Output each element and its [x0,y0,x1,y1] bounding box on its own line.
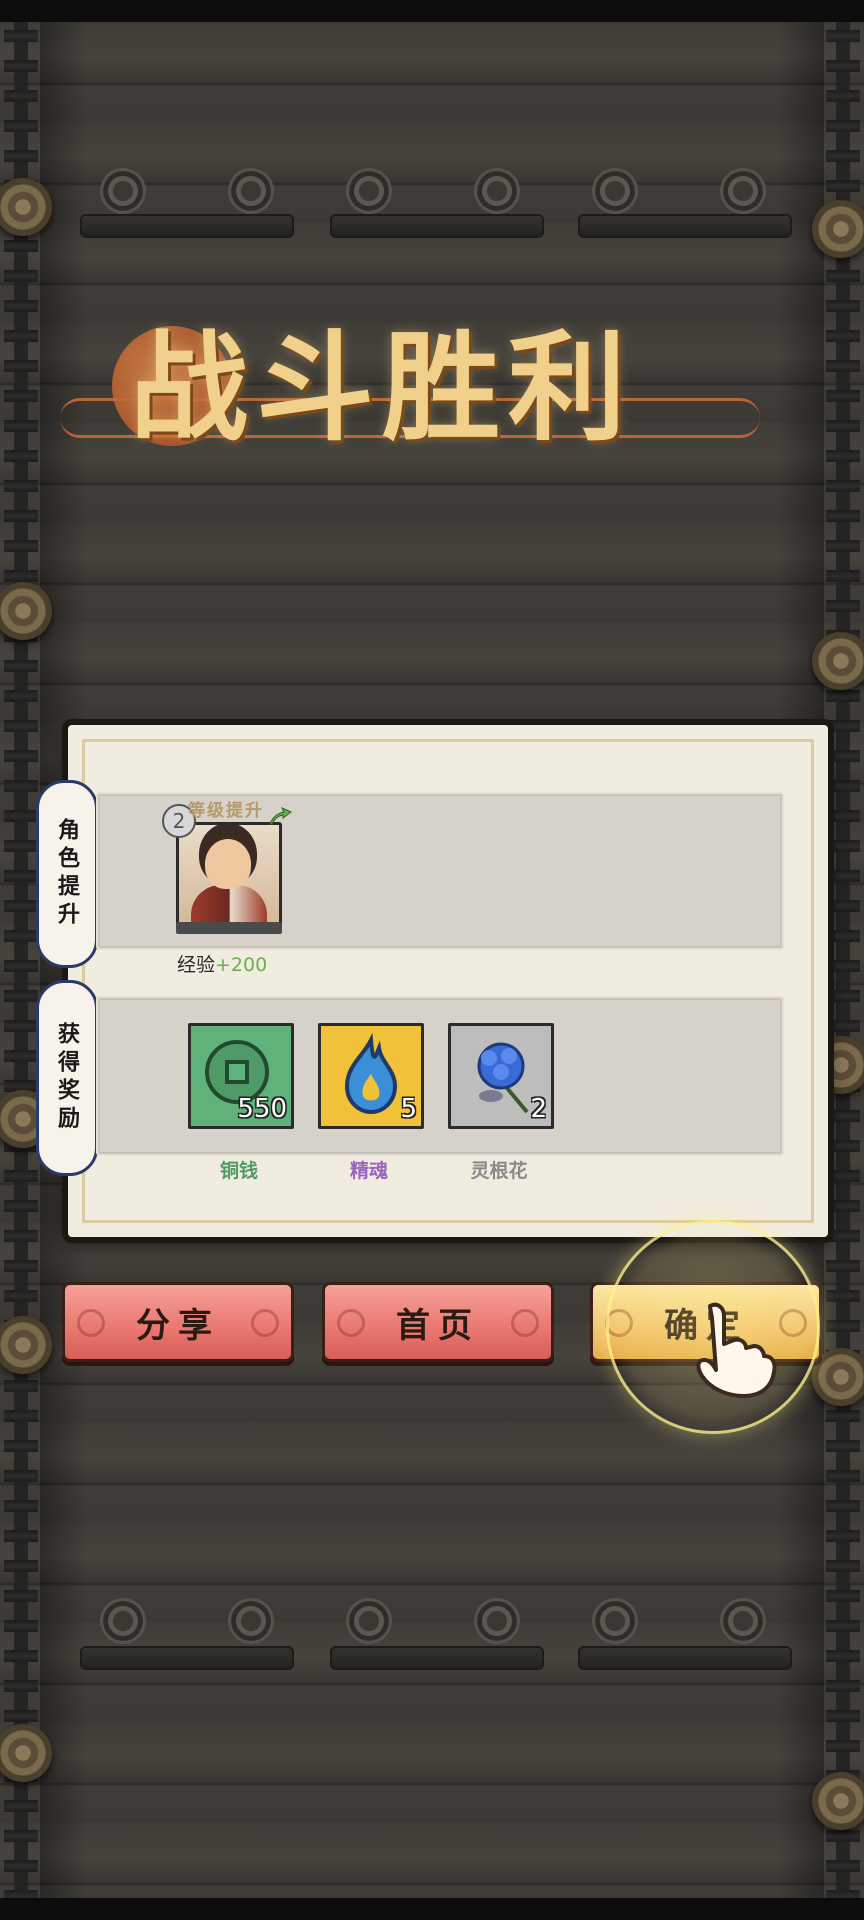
peg [228,168,274,214]
peg [346,1598,392,1644]
status-bar [0,0,864,22]
bottom-bar [0,1898,864,1920]
victory-title-banner: 战斗胜利 [60,318,800,470]
hero-face [205,839,251,889]
reward-count: 2 [530,1094,547,1124]
reward-item-spirit[interactable]: 5 [318,1023,424,1129]
peg [592,1598,638,1644]
reward-item-flower[interactable]: 2 [448,1023,554,1129]
rewards-section-label: 获得奖励 [54,1022,80,1134]
left-chain [4,22,38,1898]
reward-name: 铜钱 [219,1160,258,1182]
curl-decoration [251,1309,279,1337]
exp-gain: 经验+200 [177,950,267,977]
peg [592,168,638,214]
peg-bar [330,1646,544,1670]
curl-decoration [337,1309,365,1337]
peg-bar [330,214,544,238]
peg-bar [80,1646,294,1670]
right-chain [826,22,860,1898]
character-section-tag: 角色提升 [36,780,98,968]
reward-name: 精魂 [349,1160,388,1182]
levelup-label: 等级提升 [188,801,264,821]
curl-decoration [511,1309,539,1337]
victory-title: 战斗胜利 [130,318,635,457]
reward-item-copper[interactable]: 550 [188,1023,294,1129]
log-decoration [812,1772,864,1830]
levelup-arrow-icon [269,806,292,825]
hero-body [191,885,267,925]
peg-bar [578,214,792,238]
pointing-hand-icon [696,1302,777,1398]
peg [100,1598,146,1644]
character-section-label: 角色提升 [54,818,80,930]
peg-bar [578,1646,792,1670]
peg [474,168,520,214]
peg [228,1598,274,1644]
reward-name: 灵根花 [470,1160,528,1182]
reward-count: 5 [400,1094,417,1124]
reward-count: 550 [237,1094,287,1124]
home-button[interactable]: 首页 [322,1282,554,1362]
peg [720,168,766,214]
peg [720,1598,766,1644]
curl-decoration [77,1309,105,1337]
home-button-label: 首页 [396,1305,480,1346]
share-button-label: 分享 [136,1305,220,1346]
peg-bar [80,214,294,238]
log-decoration [812,200,864,258]
peg [474,1598,520,1644]
exp-label: 经验 [177,954,216,976]
exp-value: +200 [215,954,268,976]
share-button[interactable]: 分享 [62,1282,294,1362]
peg [346,168,392,214]
hero-portrait[interactable] [176,822,282,928]
rewards-section-tag: 获得奖励 [36,980,98,1176]
hero-exp-bar [176,922,282,934]
peg [100,168,146,214]
log-decoration [812,632,864,690]
